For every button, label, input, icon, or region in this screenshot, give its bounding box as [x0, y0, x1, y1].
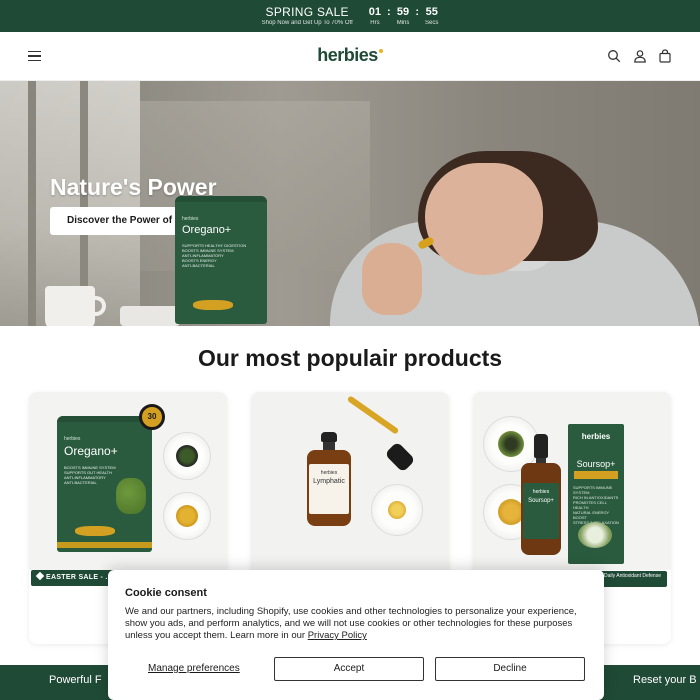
herb-dish — [163, 432, 211, 480]
privacy-policy-link[interactable]: Privacy Policy — [308, 630, 367, 641]
countdown-separator: : — [387, 5, 391, 18]
site-header: herbies — [0, 32, 700, 81]
product-image[interactable]: herbies Oregano+ BOOSTS IMMUNE SYSTEM SU… — [29, 392, 227, 570]
hero-product-pack: herbies Oregano+ SUPPORTS HEALTHY DIGEST… — [175, 196, 267, 324]
countdown-seconds-label: Secs — [425, 19, 439, 26]
product-image[interactable]: herbies Lymphatic — [251, 392, 449, 570]
countdown-seconds: 55 Secs — [425, 5, 439, 26]
box-brand: herbies — [581, 432, 611, 441]
accept-button[interactable]: Accept — [274, 657, 424, 681]
dropper — [346, 395, 400, 435]
manage-preferences-link[interactable]: Manage preferences — [148, 663, 240, 674]
sale-banner[interactable]: SPRING SALE Shop Now and Get Up To 70% O… — [262, 6, 353, 26]
oil-dish — [371, 484, 423, 536]
section-title: Our most populair products — [197, 345, 503, 371]
feature-badge: Daily Antioxidant Defense — [598, 571, 667, 587]
sale-title: SPRING SALE — [265, 5, 349, 19]
pack-brand: herbies — [182, 216, 199, 222]
announcement-bar: SPRING SALE Shop Now and Get Up To 70% O… — [0, 0, 700, 32]
cookie-consent-dialog: Cookie consent We and our partners, incl… — [108, 570, 604, 700]
search-icon[interactable] — [607, 49, 621, 63]
hero-plates — [120, 306, 180, 326]
page: SPRING SALE Shop Now and Get Up To 70% O… — [0, 0, 700, 700]
product-bottle: herbies Soursop+ — [521, 434, 561, 555]
bottle-name: Lymphatic — [313, 478, 345, 485]
account-icon[interactable] — [633, 49, 647, 63]
logo[interactable]: herbies — [0, 45, 700, 66]
sale-badge: EASTER SALE - . — [31, 570, 116, 586]
countdown-hours-value: 01 — [368, 5, 382, 18]
countdown-seconds-value: 55 — [425, 5, 438, 18]
bottle-brand: herbies — [532, 489, 550, 495]
countdown-hours-label: Hrs — [370, 19, 380, 26]
countdown-minutes-label: Mins — [396, 19, 410, 26]
strip-text-left: Powerful F — [49, 674, 102, 686]
product-box: herbies Soursop+ SUPPORTS IMMUNE SYSTEM … — [568, 424, 624, 564]
pack-claims: SUPPORTS HEALTHY DIGESTION BOOSTS IMMUNE… — [182, 243, 247, 268]
cookie-actions: Manage preferences Accept Decline — [125, 657, 587, 681]
sale-subtitle: Shop Now and Get Up To 70% Off — [261, 20, 353, 26]
box-name: Soursop+ — [576, 459, 616, 469]
product-pack: herbies Oregano+ BOOSTS IMMUNE SYSTEM SU… — [57, 416, 152, 552]
product-bottle: herbies Lymphatic — [307, 432, 351, 526]
cart-icon[interactable] — [658, 49, 672, 63]
cookie-body: We and our partners, including Shopify, … — [125, 606, 587, 642]
bottle-name: Soursop+ — [528, 498, 554, 504]
countdown-separator: : — [415, 5, 420, 18]
countdown-timer: 01 Hrs : 59 Mins : 55 Secs — [368, 5, 439, 26]
decline-button[interactable]: Decline — [435, 657, 585, 681]
product-image[interactable]: herbies Soursop+ herbies Soursop+ SUPPOR… — [473, 392, 671, 570]
countdown-minutes-value: 59 — [396, 5, 410, 18]
hero-mug — [45, 286, 95, 326]
countdown-minutes: 59 Mins — [396, 5, 410, 26]
dropper-bulb — [384, 441, 416, 473]
capsule-dish — [163, 492, 211, 540]
countdown-hours: 01 Hrs — [368, 5, 382, 26]
bottle-brand: herbies — [320, 470, 338, 476]
cookie-title: Cookie consent — [125, 587, 207, 599]
guarantee-seal: 30 — [139, 404, 165, 430]
hero-banner: Nature's Power Discover the Power of Ore… — [0, 81, 700, 326]
pack-name: Oregano+ — [182, 224, 232, 236]
logo-text: herbies — [317, 45, 378, 65]
strip-text-right: Reset your B — [633, 674, 697, 686]
